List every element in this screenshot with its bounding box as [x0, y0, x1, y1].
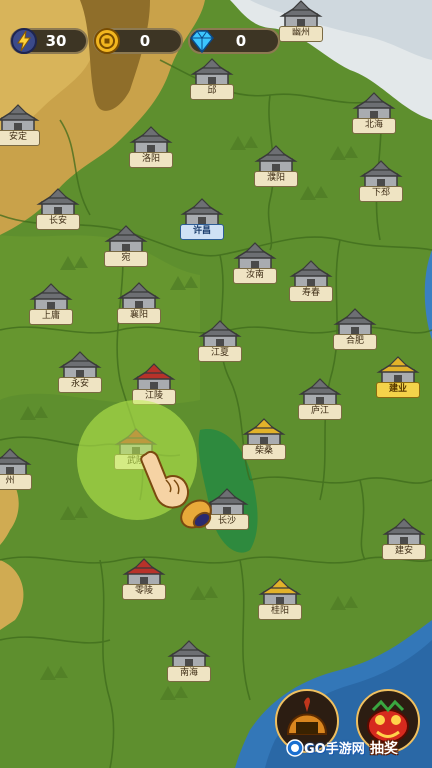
city-luoyang[interactable]: 洛阳 — [127, 126, 175, 170]
city-label: 安定 — [0, 130, 40, 146]
city-label: 邱 — [190, 84, 234, 100]
city-shouchun[interactable]: 寿春 — [287, 260, 335, 304]
gem-value: 0 — [235, 32, 247, 50]
city-label: 襄阳 — [117, 308, 161, 324]
city-hefei[interactable]: 合肥 — [331, 308, 379, 352]
city-anding[interactable]: 安定 — [0, 104, 42, 148]
gem-counter: 0 — [188, 28, 280, 54]
city-label: 建安 — [382, 544, 426, 560]
energy-value: 30 — [45, 32, 67, 50]
city-ji[interactable]: 邱 — [188, 58, 236, 102]
city-label: 上庸 — [29, 309, 73, 325]
city-changan[interactable]: 长安 — [34, 188, 82, 232]
city-label: 寿春 — [289, 286, 333, 302]
city-label: 濮阳 — [254, 171, 298, 187]
city-jianye[interactable]: 建业 — [374, 356, 422, 400]
city-label: 长安 — [36, 214, 80, 230]
draw-lottery-label: 抽奖 — [370, 741, 398, 757]
city-beihai[interactable]: 北海 — [350, 92, 398, 136]
city-nanhai[interactable]: 南海 — [165, 640, 213, 684]
watermark: GO手游网 — [286, 738, 365, 757]
city-yongan[interactable]: 永安 — [56, 351, 104, 395]
city-label: 零陵 — [122, 584, 166, 600]
city-label: 北海 — [352, 118, 396, 134]
coin-counter: 0 — [93, 28, 183, 54]
city-label: 幽州 — [279, 26, 323, 42]
pointing-hand-icon — [140, 450, 212, 529]
watermark-text: GO手游网 — [304, 742, 365, 757]
city-runan[interactable]: 汝南 — [231, 242, 279, 286]
city-label: 宛 — [104, 251, 148, 267]
city-label: 庐江 — [298, 404, 342, 420]
watermark-logo-icon — [286, 738, 304, 757]
city-label: 许昌 — [180, 224, 224, 240]
city-xiapi[interactable]: 下邳 — [357, 160, 405, 204]
coin-value: 0 — [139, 32, 151, 50]
city-youzhou[interactable]: 幽州 — [277, 0, 325, 44]
city-label: 桂阳 — [258, 604, 302, 620]
city-yizhou[interactable]: 州 — [0, 448, 34, 492]
city-jiangxia[interactable]: 江夏 — [196, 320, 244, 364]
city-label: 江夏 — [198, 346, 242, 362]
city-label: 洛阳 — [129, 152, 173, 168]
city-xuchang[interactable]: 许昌 — [178, 198, 226, 242]
city-label: 柴桑 — [242, 444, 286, 460]
city-kuaiji[interactable]: 建安 — [380, 518, 428, 562]
city-puyang[interactable]: 濮阳 — [252, 145, 300, 189]
city-label: 建业 — [376, 382, 420, 398]
city-label: 永安 — [58, 377, 102, 393]
energy-counter: 30 — [10, 28, 88, 54]
city-label: 下邳 — [359, 186, 403, 202]
city-label: 汝南 — [233, 268, 277, 284]
city-lingling[interactable]: 零陵 — [120, 558, 168, 602]
city-label: 州 — [0, 474, 32, 490]
city-wan[interactable]: 宛 — [102, 225, 150, 269]
city-shangyong[interactable]: 上庸 — [27, 283, 75, 327]
city-guiyang[interactable]: 桂阳 — [256, 578, 304, 622]
city-label: 合肥 — [333, 334, 377, 350]
city-xiangyang[interactable]: 襄阳 — [115, 282, 163, 326]
city-lujiang[interactable]: 庐江 — [296, 378, 344, 422]
city-chaisang[interactable]: 柴桑 — [240, 418, 288, 462]
city-label: 南海 — [167, 666, 211, 682]
